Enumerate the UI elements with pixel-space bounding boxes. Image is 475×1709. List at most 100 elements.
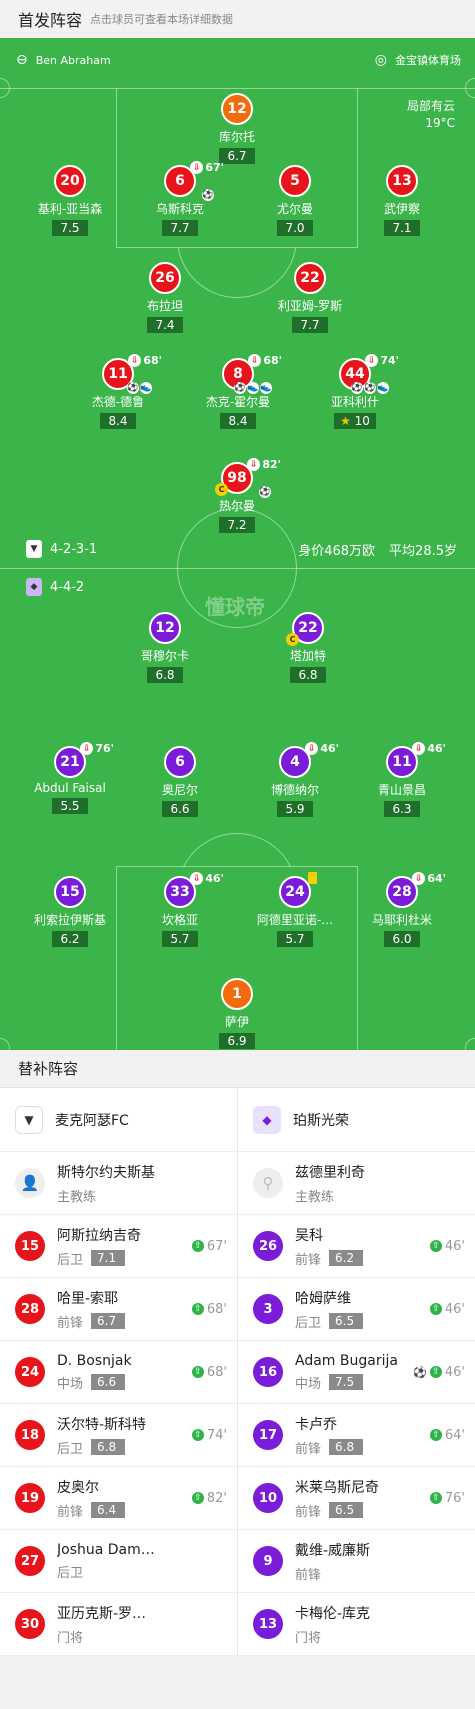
sub-player-row[interactable]: 30 亚历克斯-罗… 门将 [0, 1593, 237, 1656]
player-number: 20 [54, 165, 86, 197]
home-team-header[interactable]: ▼ 麦克阿瑟FC [0, 1088, 237, 1152]
away-player-m4[interactable]: 11 ⇩ 46' 青山景昌 6.3 [342, 742, 462, 817]
player-number: 8 ⇩ 68' ⚽ 👟 👟 [222, 354, 282, 394]
coach-role: 主教练 [57, 1189, 97, 1205]
home-player-st[interactable]: 98 ⇩ 82' ⚽ C 热尔曼 7.2 [177, 458, 297, 533]
sub-player-row[interactable]: 9 戴维-威廉斯 前锋 [238, 1530, 475, 1593]
sub-off-indicator: ⇩ 46' [190, 872, 224, 885]
sub-on-icon: ⇧ [191, 1240, 204, 1252]
sub-player-row[interactable]: 28 哈里-索耶 前锋 6.7 ⇧ 68' [0, 1278, 237, 1341]
sub-off-icon: ⇩ [247, 458, 261, 471]
sub-rating: 6.5 [329, 1502, 364, 1518]
sub-off-icon: ⇩ [248, 354, 262, 367]
goal-icon: ⚽ [351, 382, 363, 394]
home-player-m2[interactable]: 22 利亚姆-罗斯 7.7 [250, 262, 370, 333]
sub-off-icon: ⇩ [190, 161, 204, 174]
sub-name: 吴科 [295, 1227, 323, 1244]
home-player-a2[interactable]: 8 ⇩ 68' ⚽ 👟 👟 杰克-霍尔曼 8.4 [178, 354, 298, 429]
sub-number: 13 [253, 1609, 283, 1639]
player-number: 22 C [286, 612, 324, 646]
away-player-d4[interactable]: 28 ⇩ 64' 马耶利杜米 6.0 [342, 872, 462, 947]
home-player-m1[interactable]: 26 布拉坦 7.4 [105, 262, 225, 333]
home-player-gk[interactable]: 12 库尔托 6.7 [177, 93, 297, 164]
away-player-f2[interactable]: 22 C 塔加特 6.8 [248, 612, 368, 683]
player-number: 21 ⇩ 76' [54, 742, 114, 778]
sub-number: 10 [253, 1483, 283, 1513]
sub-player-row[interactable]: 24 D. Bosnjak 中场 6.6 ⇧ 68' [0, 1341, 237, 1404]
sub-on-minute: ⇧ 46' [429, 1239, 465, 1254]
sub-off-indicator: ⇩ 74' [365, 354, 399, 367]
sub-number: 27 [15, 1546, 45, 1576]
home-player-d2[interactable]: 6 ⇩ 67' ⚽ 乌斯科克 7.7 [120, 161, 240, 236]
player-rating: 6.7 [219, 148, 255, 164]
away-player-m2[interactable]: 6 奥尼尔 6.6 [120, 746, 240, 817]
temperature: 19°C [425, 116, 455, 130]
sub-name: Adam Bugarija [295, 1352, 398, 1369]
away-player-d1[interactable]: 15 利索拉伊斯基 6.2 [10, 876, 130, 947]
sub-off-icon: ⇩ [305, 742, 319, 755]
sub-name: 沃尔特-斯科特 [57, 1416, 147, 1433]
subs-title: 替补阵容 [0, 1050, 475, 1088]
page-title: 首发阵容 [18, 11, 83, 30]
player-number: 12 [221, 93, 253, 125]
away-player-f1[interactable]: 12 哥穆尔卡 6.8 [105, 612, 225, 683]
player-rating: 7.5 [52, 220, 88, 236]
coach-name: 兹德里利奇 [295, 1164, 365, 1181]
player-name: Abdul Faisal [34, 781, 106, 795]
referee-info: ⊖ Ben Abraham [16, 52, 111, 68]
player-rating: 8.4 [100, 413, 136, 429]
away-player-d2[interactable]: 33 ⇩ 46' 坎格亚 5.7 [120, 872, 240, 947]
player-events: ⚽ [202, 189, 214, 201]
player-number: 22 [294, 262, 326, 294]
player-number: 98 ⇩ 82' ⚽ C [215, 458, 281, 498]
sub-player-row[interactable]: 18 沃尔特-斯科特 后卫 6.8 ⇧ 74' [0, 1404, 237, 1467]
sub-position: 前锋 [295, 1567, 322, 1583]
player-number: 12 [149, 612, 181, 644]
player-name: 塔加特 [289, 649, 326, 663]
player-rating: 7.1 [384, 220, 420, 236]
home-player-d4[interactable]: 13 武伊察 7.1 [342, 165, 462, 236]
sub-number: 17 [253, 1420, 283, 1450]
player-rating: 6.2 [52, 931, 88, 947]
away-player-m3[interactable]: 4 ⇩ 46' 博德纳尔 5.9 [235, 742, 355, 817]
home-player-a3[interactable]: 44 ⇩ 74' ⚽ ⚽ 👟 亚科利什 ★ 10 [295, 354, 415, 429]
coach-name: 斯特尔约夫斯基 [57, 1164, 155, 1181]
assist-icon: 👟 [140, 382, 152, 394]
home-player-d3[interactable]: 5 尤尔曼 7.0 [235, 165, 355, 236]
sub-name: D. Bosnjak [57, 1352, 132, 1369]
away-team-logo-icon: ◆ [253, 1105, 281, 1134]
sub-number: 30 [15, 1609, 45, 1639]
away-player-gk[interactable]: 1 萨伊 6.9 [177, 978, 297, 1049]
player-rating: 5.5 [52, 798, 88, 814]
home-player-a1[interactable]: 11 ⇩ 68' ⚽ 👟 杰德-德鲁 8.4 [58, 354, 178, 429]
away-subs-column: ◆ 珀斯光荣 ⚲ 兹德里利奇 主教练 26 吴科 前锋 6.2 ⇧ 46' 3 哈姆萨维 后卫 6… [237, 1088, 475, 1656]
sub-player-row[interactable]: 10 米莱乌斯尼奇 前锋 6.5 ⇧ 76' [238, 1467, 475, 1530]
sub-number: 18 [15, 1420, 45, 1450]
sub-position: 前锋 [295, 1441, 322, 1457]
player-rating: 7.7 [162, 220, 198, 236]
home-player-d1[interactable]: 20 基利-亚当森 7.5 [10, 165, 130, 236]
sub-player-row[interactable]: 17 卡卢乔 前锋 6.8 ⇧ 64' [238, 1404, 475, 1467]
sub-player-row[interactable]: 16 Adam Bugarija 中场 7.5 ⚽ ⇧ 46' [238, 1341, 475, 1404]
sub-off-indicator: ⇩ 64' [412, 872, 446, 885]
sub-player-row[interactable]: 27 Joshua Dam… 后卫 [0, 1530, 237, 1593]
away-coach[interactable]: ⚲ 兹德里利奇 主教练 [238, 1152, 475, 1215]
sub-on-minute: ⇧ 76' [429, 1491, 465, 1506]
sub-player-row[interactable]: 3 哈姆萨维 后卫 6.5 ⇧ 46' [238, 1278, 475, 1341]
sub-name: 戴维-威廉斯 [295, 1542, 371, 1559]
player-rating: 5.9 [277, 801, 313, 817]
home-coach[interactable]: 👤 斯特尔约夫斯基 主教练 [0, 1152, 237, 1215]
sub-rating: 6.2 [329, 1250, 364, 1266]
sub-position: 门将 [295, 1630, 322, 1646]
sub-player-row[interactable]: 13 卡梅伦-库克 门将 [238, 1593, 475, 1656]
away-player-d3[interactable]: 24 阿德里亚诺-… 5.7 [235, 872, 355, 947]
away-player-m1[interactable]: 21 ⇩ 76' Abdul Faisal 5.5 [10, 742, 130, 814]
stadium-info: ◎ 金宝镇体育场 [375, 52, 461, 68]
sub-player-row[interactable]: 15 阿斯拉纳吉奇 后卫 7.1 ⇧ 67' [0, 1215, 237, 1278]
assist-icon: 👟 [260, 382, 272, 394]
away-team-header[interactable]: ◆ 珀斯光荣 [238, 1088, 475, 1152]
sub-player-row[interactable]: 26 吴科 前锋 6.2 ⇧ 46' [238, 1215, 475, 1278]
sub-position: 前锋 [295, 1252, 322, 1268]
sub-position: 后卫 [295, 1315, 322, 1331]
sub-player-row[interactable]: 19 皮奥尔 前锋 6.4 ⇧ 82' [0, 1467, 237, 1530]
